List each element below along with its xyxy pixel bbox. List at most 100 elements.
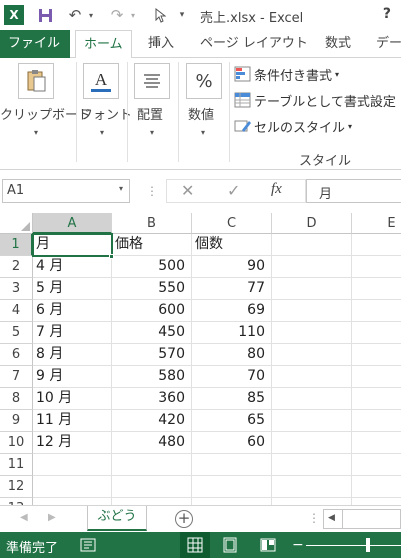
chevron-down-icon[interactable]: ▾ [119, 184, 123, 193]
format-as-table-button[interactable]: テーブルとして書式設定 [234, 90, 396, 110]
cell-a13[interactable] [33, 498, 112, 505]
cell-e13[interactable] [352, 498, 401, 505]
next-sheet-icon[interactable]: ▶ [48, 512, 56, 523]
redo-icon[interactable]: ↷ [106, 5, 128, 25]
cell-b8[interactable]: 360 [112, 388, 192, 410]
more-sheets-icon[interactable]: ⋮ [308, 511, 320, 525]
cell-d5[interactable] [272, 322, 352, 344]
confirm-icon[interactable]: ✓ [227, 181, 240, 200]
clipboard-button[interactable] [18, 63, 54, 99]
cell-b10[interactable]: 480 [112, 432, 192, 454]
font-button[interactable]: A [83, 63, 119, 99]
cell-b11[interactable] [112, 454, 192, 476]
scroll-left-icon[interactable]: ◀ [328, 513, 335, 523]
cell-e6[interactable] [352, 344, 401, 366]
cell-b12[interactable] [112, 476, 192, 498]
cell-d8[interactable] [272, 388, 352, 410]
cell-b5[interactable]: 450 [112, 322, 192, 344]
prev-sheet-icon[interactable]: ◀ [20, 512, 28, 523]
cell-b13[interactable] [112, 498, 192, 505]
zoom-slider[interactable] [306, 545, 401, 546]
cell-a3[interactable]: 5 月 [33, 278, 112, 300]
customize-qat-icon[interactable]: ▾ [176, 5, 188, 25]
tab-formulas[interactable]: 数式 [317, 30, 359, 58]
conditional-formatting-button[interactable]: 条件付き書式 ▾ [234, 64, 339, 84]
cell-b3[interactable]: 550 [112, 278, 192, 300]
cell-a5[interactable]: 7 月 [33, 322, 112, 344]
cell-a4[interactable]: 6 月 [33, 300, 112, 322]
name-box[interactable]: A1 ▾ [2, 179, 130, 203]
cell-b7[interactable]: 580 [112, 366, 192, 388]
column-header-b[interactable]: B [112, 213, 192, 234]
more-options-icon[interactable]: ⋮ [146, 184, 158, 198]
column-header-a[interactable]: A [33, 213, 112, 234]
cell-c12[interactable] [192, 476, 272, 498]
cell-d11[interactable] [272, 454, 352, 476]
cell-e3[interactable] [352, 278, 401, 300]
page-layout-view-button[interactable] [222, 537, 238, 556]
cell-a12[interactable] [33, 476, 112, 498]
cell-d9[interactable] [272, 410, 352, 432]
cell-b6[interactable]: 570 [112, 344, 192, 366]
row-header[interactable]: 9 [0, 410, 33, 432]
tab-file[interactable]: ファイル [0, 30, 70, 58]
undo-dropdown-icon[interactable]: ▾ [86, 5, 96, 25]
cell-c13[interactable] [192, 498, 272, 505]
row-header[interactable]: 2 [0, 256, 33, 278]
row-header[interactable]: 1 [0, 234, 33, 256]
cell-d2[interactable] [272, 256, 352, 278]
cell-d4[interactable] [272, 300, 352, 322]
cell-e12[interactable] [352, 476, 401, 498]
cell-a6[interactable]: 8 月 [33, 344, 112, 366]
cell-a10[interactable]: 12 月 [33, 432, 112, 454]
undo-icon[interactable]: ↶ [64, 5, 86, 25]
cancel-icon[interactable]: ✕ [181, 181, 194, 200]
cell-e9[interactable] [352, 410, 401, 432]
column-header-e[interactable]: E [352, 213, 401, 234]
fill-handle[interactable] [109, 254, 114, 259]
cell-d7[interactable] [272, 366, 352, 388]
select-all-corner[interactable] [0, 213, 33, 234]
cell-b1[interactable]: 価格 [112, 234, 192, 256]
cell-c8[interactable]: 85 [192, 388, 272, 410]
cell-e2[interactable] [352, 256, 401, 278]
cell-c9[interactable]: 65 [192, 410, 272, 432]
cell-e5[interactable] [352, 322, 401, 344]
alignment-button[interactable] [134, 63, 170, 99]
cell-b4[interactable]: 600 [112, 300, 192, 322]
cell-c2[interactable]: 90 [192, 256, 272, 278]
cell-d13[interactable] [272, 498, 352, 505]
cell-e4[interactable] [352, 300, 401, 322]
touch-mode-icon[interactable] [150, 5, 170, 25]
horizontal-scrollbar[interactable]: ◀ [323, 509, 401, 529]
help-button[interactable]: ? [383, 6, 391, 22]
cell-b2[interactable]: 500 [112, 256, 192, 278]
column-header-d[interactable]: D [272, 213, 352, 234]
cell-c10[interactable]: 60 [192, 432, 272, 454]
alignment-dropdown-icon[interactable]: ▾ [150, 128, 154, 137]
insert-function-icon[interactable]: fx [271, 181, 282, 198]
row-header[interactable]: 3 [0, 278, 33, 300]
number-button[interactable]: % [186, 63, 222, 99]
cell-c7[interactable]: 70 [192, 366, 272, 388]
row-header[interactable]: 10 [0, 432, 33, 454]
cell-e7[interactable] [352, 366, 401, 388]
cell-e10[interactable] [352, 432, 401, 454]
cell-c4[interactable]: 69 [192, 300, 272, 322]
save-icon[interactable] [34, 5, 56, 25]
cell-styles-button[interactable]: セルのスタイル ▾ [234, 116, 352, 136]
cell-e8[interactable] [352, 388, 401, 410]
row-header[interactable]: 5 [0, 322, 33, 344]
macro-record-icon[interactable] [80, 538, 96, 555]
row-header[interactable]: 8 [0, 388, 33, 410]
row-header[interactable]: 11 [0, 454, 33, 476]
row-header[interactable]: 6 [0, 344, 33, 366]
clipboard-dropdown-icon[interactable]: ▾ [34, 128, 38, 137]
number-dropdown-icon[interactable]: ▾ [201, 128, 205, 137]
tab-page-layout[interactable]: ページ レイアウト [192, 30, 316, 58]
formula-input[interactable]: 月 [306, 179, 401, 203]
normal-view-button[interactable] [180, 532, 210, 558]
cell-e11[interactable] [352, 454, 401, 476]
cell-c5[interactable]: 110 [192, 322, 272, 344]
cell-c3[interactable]: 77 [192, 278, 272, 300]
